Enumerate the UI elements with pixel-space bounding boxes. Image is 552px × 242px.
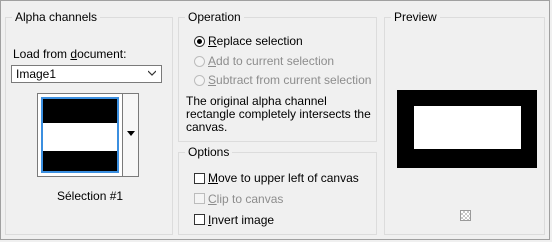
- document-dropdown[interactable]: Image1: [11, 65, 162, 83]
- operation-title: Operation: [185, 9, 244, 25]
- channel-thumbnail[interactable]: [41, 97, 119, 173]
- clip-to-canvas-checkbox[interactable]: [194, 193, 205, 204]
- document-dropdown-value: Image1: [16, 67, 57, 81]
- operation-description-line-3: canvas.: [186, 120, 228, 134]
- chevron-down-icon: [148, 70, 156, 76]
- add-to-selection-radio[interactable]: [194, 56, 205, 67]
- move-to-upper-left-checkbox[interactable]: [194, 173, 205, 184]
- preview-title: Preview: [391, 9, 440, 25]
- operation-description-line-2: rectangle completely intersects the: [186, 107, 371, 121]
- channel-thumbnail-picker[interactable]: [37, 93, 123, 177]
- subtract-from-selection-label[interactable]: Subtract from current selection: [208, 72, 371, 88]
- triangle-down-icon: [127, 131, 135, 136]
- invert-image-label[interactable]: Invert image: [208, 212, 274, 228]
- operation-description-line-1: The original alpha channel: [186, 94, 327, 108]
- selection-name-label: Sélection #1: [57, 189, 124, 203]
- move-to-upper-left-label[interactable]: Move to upper left of canvas: [208, 170, 359, 186]
- preview-image: [397, 90, 537, 168]
- clip-to-canvas-label[interactable]: Clip to canvas: [208, 191, 283, 207]
- alpha-channels-title: Alpha channels: [12, 9, 101, 25]
- options-title: Options: [185, 144, 233, 160]
- replace-selection-radio[interactable]: [194, 36, 205, 47]
- replace-selection-label[interactable]: Replace selection: [208, 33, 303, 49]
- load-from-document-label: Load from document:: [13, 47, 127, 61]
- add-to-selection-label[interactable]: Add to current selection: [208, 53, 334, 69]
- checkerboard-icon[interactable]: [460, 210, 471, 221]
- invert-image-checkbox[interactable]: [194, 214, 205, 225]
- subtract-from-selection-radio[interactable]: [194, 75, 205, 86]
- thumbnail-dropdown-button[interactable]: [123, 93, 139, 177]
- preview-white-area: [414, 106, 521, 149]
- thumbnail-white-area: [43, 123, 117, 151]
